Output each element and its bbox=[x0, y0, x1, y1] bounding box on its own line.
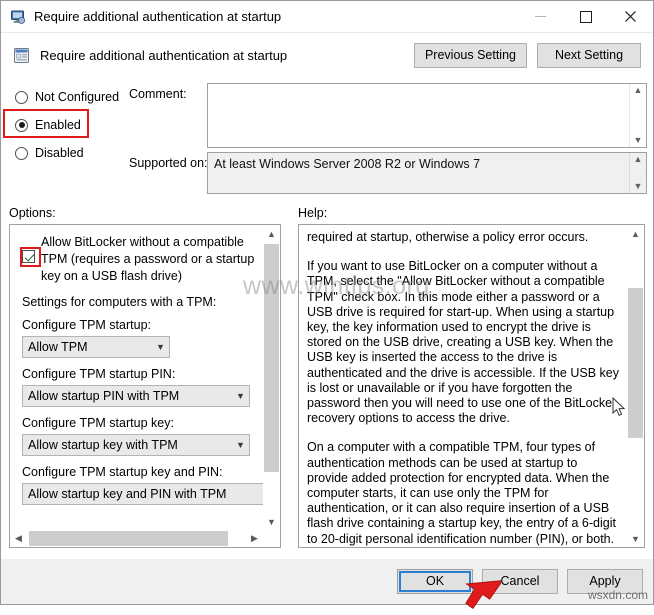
window-controls bbox=[518, 1, 653, 32]
supported-on-value: At least Windows Server 2008 R2 or Windo… bbox=[214, 157, 481, 171]
help-vertical-scrollbar[interactable]: ▲ ▼ bbox=[627, 225, 644, 547]
comment-scrollbar[interactable]: ▲ ▼ bbox=[629, 84, 646, 147]
radio-enabled[interactable]: Enabled bbox=[11, 111, 129, 139]
chevron-down-icon[interactable]: ▼ bbox=[232, 391, 249, 401]
help-content: required at startup, otherwise a policy … bbox=[299, 225, 627, 547]
scrollbar-corner bbox=[263, 530, 280, 547]
state-and-comment-section: Not Configured Enabled Disabled Comment:… bbox=[1, 77, 653, 202]
help-paragraph: On a computer with a compatible TPM, fou… bbox=[307, 440, 616, 546]
configure-tpm-startup-pin-label: Configure TPM startup PIN: bbox=[22, 367, 176, 381]
scroll-down-icon[interactable]: ▼ bbox=[263, 513, 280, 530]
apply-button[interactable]: Apply bbox=[567, 569, 643, 594]
chevron-down-icon[interactable]: ▼ bbox=[152, 342, 169, 352]
supported-on-scrollbar[interactable]: ▲ ▼ bbox=[629, 153, 646, 193]
help-paragraph: required at startup, otherwise a policy … bbox=[307, 230, 589, 244]
minimize-button[interactable] bbox=[518, 1, 563, 32]
configure-tpm-startup-key-field: Configure TPM startup key: Allow startup… bbox=[22, 416, 257, 456]
options-content: Allow BitLocker without a compatible TPM… bbox=[10, 225, 263, 530]
radio-not-configured-label: Not Configured bbox=[35, 90, 120, 104]
supported-on-field: At least Windows Server 2008 R2 or Windo… bbox=[207, 152, 647, 194]
chevron-up-icon[interactable]: ▲ bbox=[634, 155, 643, 164]
setting-title: Require additional authentication at sta… bbox=[40, 47, 288, 63]
scroll-right-icon[interactable]: ▶ bbox=[246, 533, 263, 544]
help-scroll-thumb[interactable] bbox=[628, 288, 643, 438]
options-hscroll-track[interactable] bbox=[27, 530, 246, 547]
radio-not-configured[interactable]: Not Configured bbox=[11, 83, 129, 111]
help-label: Help: bbox=[298, 206, 328, 220]
comment-area: Comment: ▲ ▼ Supported on: At least Wind… bbox=[129, 83, 653, 202]
comment-value bbox=[208, 84, 629, 147]
configure-tpm-startup-key-pin-value: Allow startup key and PIN with TPM bbox=[28, 487, 227, 501]
configure-tpm-startup-key-dropdown[interactable]: Allow startup key with TPM ▼ bbox=[22, 434, 250, 456]
policy-setting-icon bbox=[13, 47, 30, 64]
options-vertical-scrollbar[interactable]: ▲ ▼ bbox=[263, 225, 280, 530]
supported-on-label: Supported on: bbox=[129, 156, 208, 170]
radio-disabled-label: Disabled bbox=[35, 146, 84, 160]
state-radio-group: Not Configured Enabled Disabled bbox=[1, 83, 129, 202]
scroll-left-icon[interactable]: ◀ bbox=[10, 533, 27, 544]
radio-disabled[interactable]: Disabled bbox=[11, 139, 129, 167]
configure-tpm-startup-key-pin-dropdown[interactable]: Allow startup key and PIN with TPM ▼ bbox=[22, 483, 263, 505]
options-column: Options: Allow BitLocker without a compa… bbox=[9, 202, 281, 559]
configure-tpm-startup-value: Allow TPM bbox=[28, 340, 88, 354]
radio-not-configured-indicator bbox=[15, 90, 28, 104]
configure-tpm-startup-pin-dropdown[interactable]: Allow startup PIN with TPM ▼ bbox=[22, 385, 250, 407]
radio-disabled-indicator bbox=[15, 146, 28, 160]
configure-tpm-startup-key-pin-label: Configure TPM startup key and PIN: bbox=[22, 465, 223, 479]
comment-input[interactable]: ▲ ▼ bbox=[207, 83, 647, 148]
radio-enabled-indicator bbox=[15, 118, 28, 132]
options-hscroll-thumb[interactable] bbox=[29, 531, 228, 546]
allow-bitlocker-checkbox-row[interactable]: Allow BitLocker without a compatible TPM… bbox=[16, 233, 257, 285]
help-column: Help: required at startup, otherwise a p… bbox=[298, 202, 645, 559]
chevron-down-icon[interactable]: ▼ bbox=[232, 440, 249, 450]
tpm-section-heading: Settings for computers with a TPM: bbox=[22, 295, 217, 309]
group-policy-setting-dialog: Require additional authentication at sta… bbox=[0, 0, 654, 605]
maximize-button[interactable] bbox=[563, 1, 608, 32]
close-icon[interactable] bbox=[608, 1, 653, 32]
chevron-down-icon[interactable]: ▼ bbox=[634, 136, 643, 145]
allow-bitlocker-checkbox[interactable] bbox=[22, 250, 35, 263]
options-scroll-thumb[interactable] bbox=[264, 244, 279, 472]
cancel-button[interactable]: Cancel bbox=[482, 569, 558, 594]
setting-nav-buttons: Previous Setting Next Setting bbox=[413, 42, 641, 68]
configure-tpm-startup-label: Configure TPM startup: bbox=[22, 318, 151, 332]
help-paragraph: If you want to use BitLocker on a comput… bbox=[307, 259, 619, 426]
help-panel: required at startup, otherwise a policy … bbox=[298, 224, 645, 548]
setting-header: Require additional authentication at sta… bbox=[1, 33, 653, 77]
title-bar: Require additional authentication at sta… bbox=[1, 1, 653, 33]
chevron-up-icon[interactable]: ▲ bbox=[634, 86, 643, 95]
allow-bitlocker-label: Allow BitLocker without a compatible TPM… bbox=[41, 235, 255, 283]
configure-tpm-startup-field: Configure TPM startup: Allow TPM ▼ bbox=[22, 318, 257, 358]
ok-button[interactable]: OK bbox=[397, 569, 473, 594]
dialog-footer: OK Cancel Apply bbox=[1, 559, 653, 604]
scroll-up-icon[interactable]: ▲ bbox=[627, 225, 644, 242]
options-scroll-track[interactable] bbox=[263, 242, 280, 513]
chevron-down-icon[interactable]: ▼ bbox=[634, 182, 643, 191]
options-label: Options: bbox=[9, 206, 56, 220]
options-horizontal-scrollbar[interactable]: ◀ ▶ bbox=[10, 530, 263, 547]
configure-tpm-startup-dropdown[interactable]: Allow TPM ▼ bbox=[22, 336, 170, 358]
radio-enabled-label: Enabled bbox=[35, 118, 81, 132]
configure-tpm-startup-key-pin-field: Configure TPM startup key and PIN: Allow… bbox=[22, 465, 263, 505]
configure-tpm-startup-pin-field: Configure TPM startup PIN: Allow startup… bbox=[22, 367, 257, 407]
previous-setting-button[interactable]: Previous Setting bbox=[413, 42, 527, 68]
monitor-policy-icon bbox=[10, 9, 26, 25]
configure-tpm-startup-pin-value: Allow startup PIN with TPM bbox=[28, 389, 180, 403]
help-scroll-track[interactable] bbox=[627, 242, 644, 530]
options-panel: Allow BitLocker without a compatible TPM… bbox=[9, 224, 281, 548]
scroll-down-icon[interactable]: ▼ bbox=[627, 530, 644, 547]
comment-label: Comment: bbox=[129, 87, 187, 101]
configure-tpm-startup-key-value: Allow startup key with TPM bbox=[28, 438, 178, 452]
options-and-help-section: Options: Allow BitLocker without a compa… bbox=[1, 202, 653, 559]
next-setting-button[interactable]: Next Setting bbox=[537, 42, 641, 68]
configure-tpm-startup-key-label: Configure TPM startup key: bbox=[22, 416, 174, 430]
scroll-up-icon[interactable]: ▲ bbox=[263, 225, 280, 242]
window-title: Require additional authentication at sta… bbox=[34, 9, 282, 24]
